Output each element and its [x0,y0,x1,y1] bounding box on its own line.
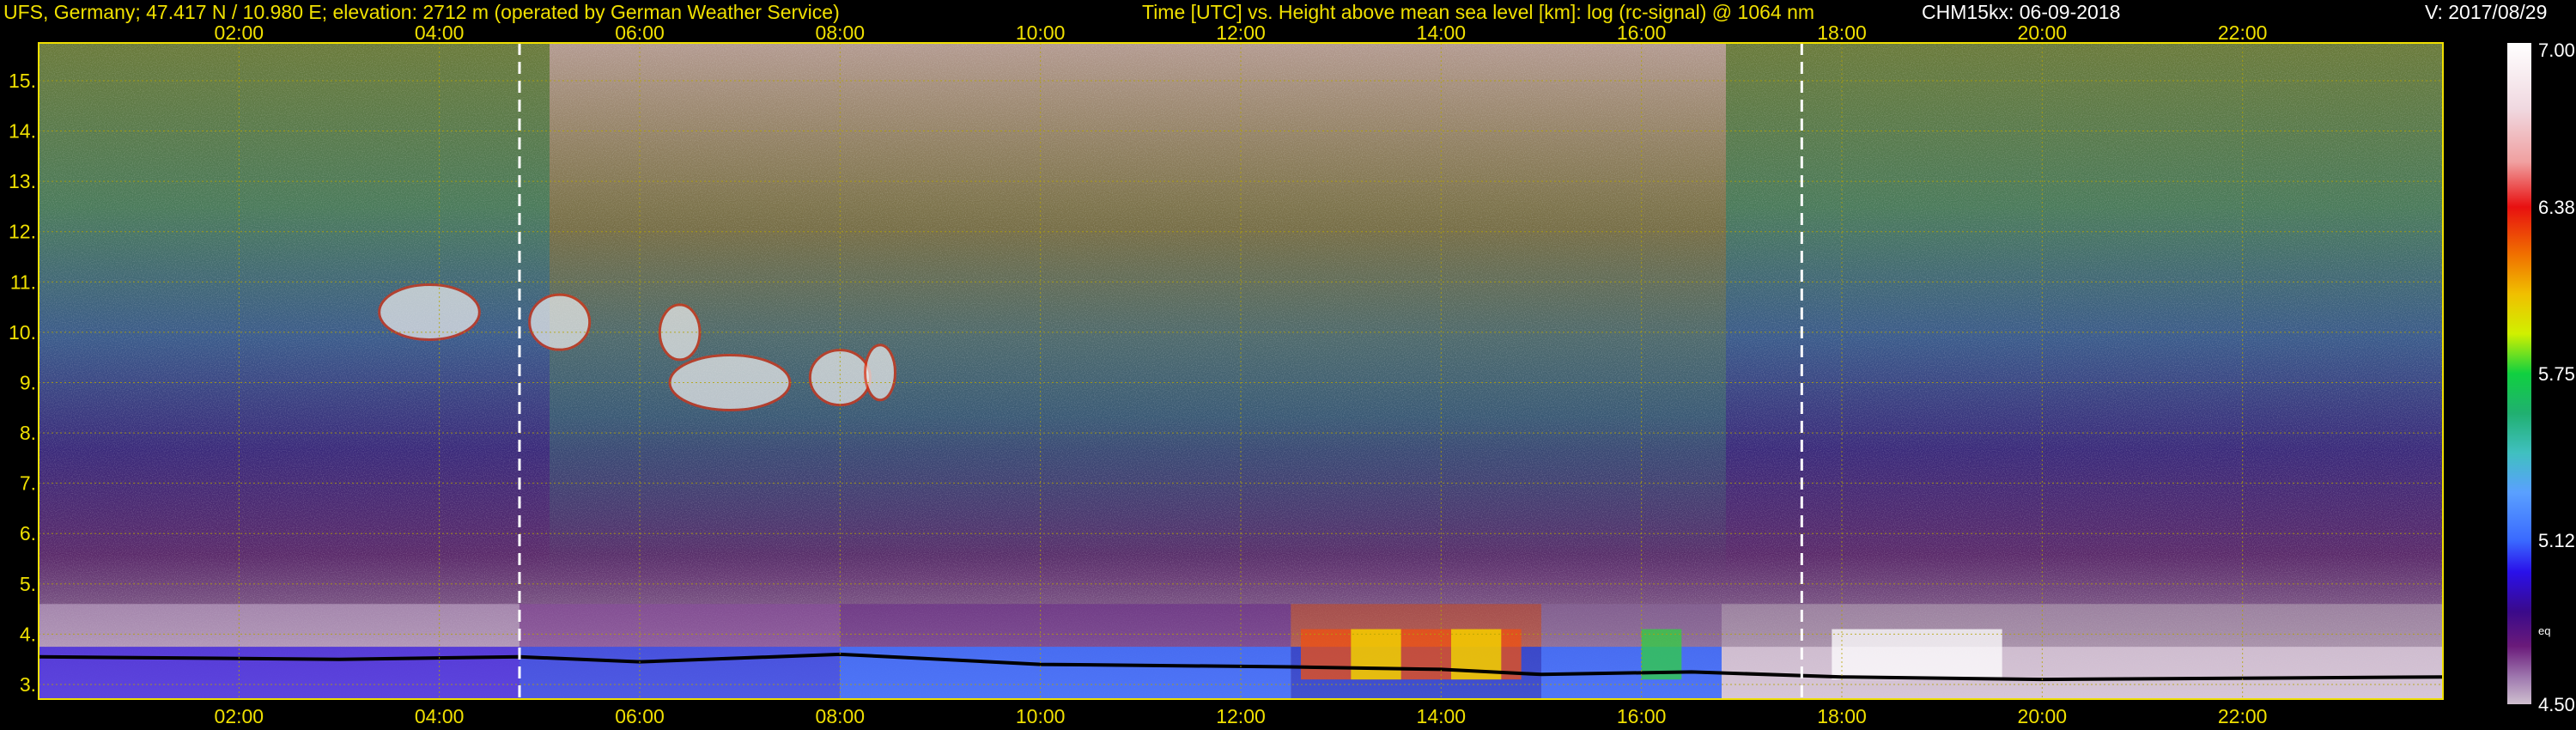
x-tick-label-top: 04:00 [415,21,465,44]
colorbar-tick-label: 5.12 [2538,530,2575,551]
x-tick-label-bottom: 18:00 [1817,705,1867,727]
colorbar-eq-label: eq [2538,624,2550,637]
colorbar-tick-label: 5.75 [2538,363,2575,385]
convective-signal [1832,629,2002,680]
x-axis-bottom: 02:00 04:00 06:00 08:00 10:00 12:00 14:00 16:00… [215,705,2268,727]
x-tick-label-top: 22:00 [2218,21,2268,44]
cirrus-cloud-signal [864,344,896,402]
colorbar-tick-label: 7.00 [2538,40,2575,61]
colorbar-labels: 7.00 6.38 5.75 5.12 4.50 eq [2538,40,2575,715]
colorbar: 7.00 6.38 5.75 5.12 4.50 eq [2507,40,2575,715]
y-tick-label: 14. [9,120,36,143]
x-tick-label-bottom: 10:00 [1016,705,1066,727]
cirrus-cloud-signal [808,349,872,407]
lower-aerosol-band [1722,604,2443,648]
lower-aerosol-band [840,604,1291,648]
x-tick-label-top: 20:00 [2018,21,2068,44]
x-tick-label-top: 10:00 [1016,21,1066,44]
y-tick-label: 3. [20,673,36,696]
x-tick-label-bottom: 16:00 [1617,705,1667,727]
x-tick-label-bottom: 04:00 [415,705,465,727]
y-tick-label: 6. [20,522,36,544]
boundary-layer-band [840,647,1291,699]
colorbar-tick-label: 4.50 [2538,694,2575,715]
x-tick-label-bottom: 22:00 [2218,705,2268,727]
y-tick-label: 8. [20,422,36,444]
colorbar-gradient [2507,43,2531,704]
x-tick-label-top: 08:00 [816,21,866,44]
lower-aerosol-band [519,604,841,648]
x-tick-label-bottom: 08:00 [816,705,866,727]
x-tick-label-top: 14:00 [1417,21,1467,44]
x-tick-label-top: 18:00 [1817,21,1867,44]
x-axis-top: 02:00 04:00 06:00 08:00 10:00 12:00 14:00 16:00… [215,21,2268,44]
x-tick-label-top: 16:00 [1617,21,1667,44]
x-tick-label-top: 12:00 [1216,21,1266,44]
x-tick-label-bottom: 14:00 [1417,705,1467,727]
boundary-layer-band [1722,647,2443,699]
y-tick-label: 11. [10,271,36,293]
y-tick-label: 5. [20,573,36,595]
plot-area [38,42,2444,700]
y-tick-label: 12. [9,221,36,243]
y-tick-label: 13. [9,170,36,192]
x-tick-label-top: 02:00 [215,21,264,44]
boundary-layer-band [39,647,519,699]
cirrus-cloud-signal [528,293,592,351]
y-tick-label: 10. [9,321,36,344]
x-tick-label-bottom: 12:00 [1216,705,1266,727]
ceilometer-chart: 02:00 04:00 06:00 08:00 10:00 12:00 14:00 16:00… [9,21,2575,727]
y-tick-label: 7. [20,472,36,495]
lower-aerosol-band [39,604,519,648]
x-tick-label-bottom: 06:00 [615,705,665,727]
y-axis: 3. 4. 5. 6. 7. 8. 9. 10. 11. 12. 13. 14. 15. [9,70,36,696]
x-tick-label-top: 06:00 [615,21,665,44]
y-tick-label: 15. [9,70,36,92]
x-tick-label-bottom: 20:00 [2018,705,2068,727]
cirrus-cloud-signal [378,283,481,341]
colorbar-tick-label: 6.38 [2538,197,2575,218]
y-tick-label: 4. [20,623,36,645]
x-tick-label-bottom: 02:00 [215,705,264,727]
lower-aerosol-band [1541,604,1722,648]
y-tick-label: 9. [20,371,36,393]
convective-signal [1351,629,1401,680]
